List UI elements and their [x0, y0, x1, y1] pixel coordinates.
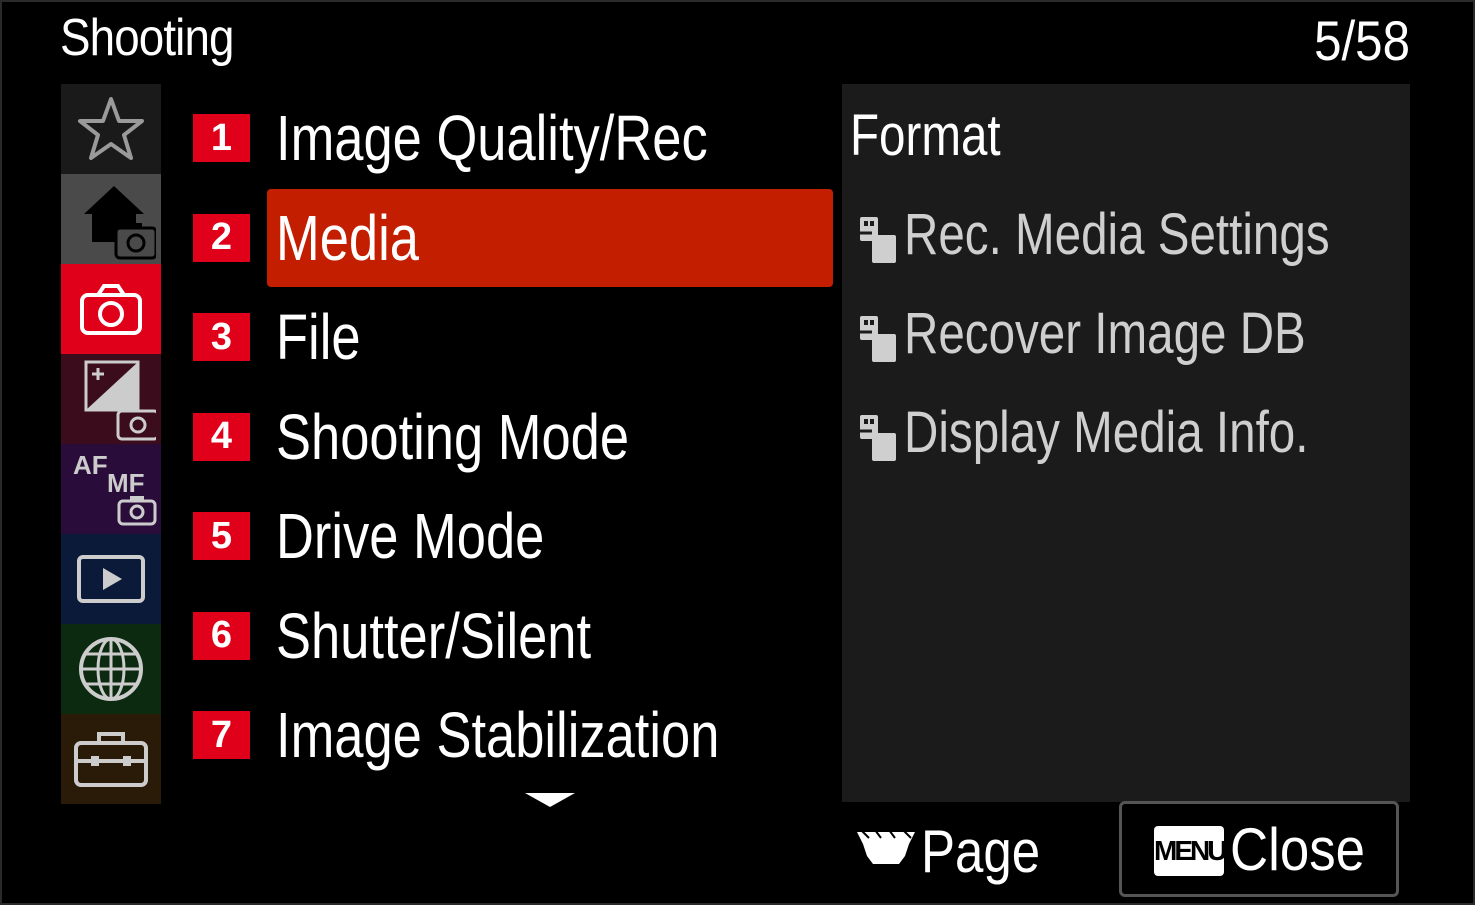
category-setup[interactable] — [61, 714, 161, 804]
page-label: Page — [921, 818, 1041, 885]
submenu-item-display-media-info[interactable]: Display Media Info. — [842, 383, 1410, 473]
exposure-camera-icon — [84, 360, 156, 441]
menu-item-file[interactable]: 3 File — [190, 287, 835, 387]
submenu-item-format[interactable]: Format — [842, 86, 1410, 176]
menu-item-label: Shutter/Silent — [276, 599, 592, 672]
menu-item-label: Shooting Mode — [276, 400, 630, 473]
submenu-item-label: Rec. Media Settings — [904, 202, 1330, 267]
menu-number-badge: 3 — [193, 313, 250, 361]
playback-icon — [77, 555, 145, 603]
af-mf-camera-icon — [117, 496, 157, 526]
menu-number-badge: 6 — [193, 611, 250, 660]
menu-key-icon: MENU — [1154, 826, 1224, 876]
down-arrow-icon[interactable] — [525, 793, 575, 807]
submenu-panel: Format Rec. Media Settings Recover Image… — [842, 84, 1410, 802]
menu-item-shooting-mode[interactable]: 4 Shooting Mode — [190, 387, 835, 487]
menu-item-label: Image Stabilization — [276, 699, 720, 771]
toolbox-icon — [74, 732, 148, 787]
submenu-item-label: Format — [850, 103, 1001, 168]
category-playback[interactable] — [61, 534, 161, 624]
media-slot-icon — [858, 217, 896, 263]
category-network[interactable] — [61, 624, 161, 714]
submenu-item-rec-media-settings[interactable]: Rec. Media Settings — [842, 185, 1410, 275]
media-slot-icon — [858, 316, 896, 362]
category-shooting[interactable] — [61, 264, 161, 354]
menu-item-label: File — [276, 301, 361, 373]
menu-item-label: Image Quality/Rec — [276, 102, 708, 174]
camera-icon — [80, 284, 142, 335]
page-title: Shooting — [60, 9, 235, 67]
af-label: AF — [73, 450, 108, 480]
page-indicator: 5/58 — [1314, 9, 1410, 72]
close-label: Close — [1230, 816, 1365, 883]
star-icon — [78, 97, 144, 160]
close-button[interactable]: MENU Close — [1119, 801, 1399, 897]
menu-item-shutter-silent[interactable]: 6 Shutter/Silent — [190, 586, 835, 686]
menu-item-image-stabilization[interactable]: 7 Image Stabilization — [190, 685, 835, 785]
category-focus[interactable]: AF MF — [61, 444, 161, 534]
menu-item-drive-mode[interactable]: 5 Drive Mode — [190, 486, 835, 586]
menu-item-label: Media — [276, 201, 419, 274]
control-wheel-icon — [857, 829, 915, 864]
category-sidebar: AF MF — [61, 84, 161, 804]
submenu-item-label: Display Media Info. — [904, 400, 1309, 465]
home-camera-icon — [84, 186, 156, 260]
submenu-item-label: Recover Image DB — [904, 301, 1306, 366]
media-slot-icon — [858, 415, 896, 461]
menu-number-badge: 1 — [193, 114, 250, 162]
submenu-item-recover-image-db[interactable]: Recover Image DB — [842, 284, 1410, 374]
menu-item-media[interactable]: 2 Media — [190, 188, 835, 288]
globe-icon — [79, 637, 143, 701]
menu-number-badge: 2 — [193, 213, 250, 262]
menu-list: 1 Image Quality/Rec 2 Media 3 File 4 Sho… — [190, 88, 835, 785]
menu-number-badge: 4 — [193, 412, 250, 461]
menu-item-image-quality-rec[interactable]: 1 Image Quality/Rec — [190, 88, 835, 188]
category-exposure-color[interactable] — [61, 354, 161, 444]
category-my-menu[interactable] — [61, 84, 161, 174]
menu-item-label: Drive Mode — [276, 500, 545, 572]
menu-number-badge: 5 — [193, 512, 250, 560]
category-main-shooting[interactable] — [61, 174, 161, 264]
menu-number-badge: 7 — [193, 711, 250, 759]
